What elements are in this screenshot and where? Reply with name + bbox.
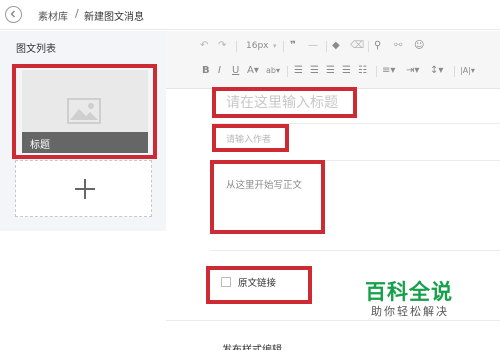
line-height-icon[interactable]: ↕▾ [430,64,443,78]
redo-icon[interactable]: ↷ [218,39,226,53]
eraser-icon[interactable]: ⌫ [350,39,364,53]
back-button[interactable] [5,6,22,23]
undo-icon[interactable]: ↶ [200,39,208,53]
style-editor-label: 发布样式编辑 [222,341,282,350]
italic-icon[interactable]: I [218,64,221,78]
breadcrumb-parent-link[interactable]: 素材库 [38,8,68,23]
toolbar-divider [326,41,327,52]
list-icon[interactable]: ☷ [358,64,367,78]
toolbar-divider [368,41,369,52]
font-color-icon[interactable]: A▾ [247,64,259,78]
align-left-icon[interactable]: ☰ [294,64,303,78]
watermark-slogan: 助你轻松解决 [371,305,449,318]
underline-icon[interactable]: U [232,64,239,78]
letter-spacing-icon[interactable]: |A|▾ [460,64,475,78]
indent-icon[interactable]: ⇥▾ [406,64,419,78]
add-article-button[interactable] [15,160,152,217]
body-divider [210,250,500,251]
toolbar-divider [376,66,377,77]
plus-icon-stroke [84,179,86,199]
editor-toolbar: ↶ ↷ 16px ▾ ❞ — ◆ ⌫ ⚲ ⚯ ☺ B I U A▾ ab▾ ☰ … [166,31,500,89]
toolbar-divider [454,66,455,77]
toolbar-row-2: B I U A▾ ab▾ ☰ ☰ ☰ ☰ ☷ ≡▾ ⇥▾ ↕▾ |A|▾ [166,64,500,84]
breadcrumb-separator: / [75,7,79,20]
horizontal-rule-icon[interactable]: — [308,39,318,53]
toolbar-divider [236,41,237,52]
quote-icon[interactable]: ❞ [290,39,296,53]
toolbar-divider [283,41,284,52]
align-center-icon[interactable]: ☰ [310,64,319,78]
chevron-down-icon: ▾ [273,42,277,50]
bold-icon[interactable]: B [202,64,210,78]
highlight-box-original-link [206,266,312,304]
highlight-box-title [212,87,357,118]
tag-icon[interactable]: ◆ [332,39,340,53]
background-color-icon[interactable]: ab▾ [266,64,280,78]
left-panel-footer [0,231,166,350]
highlight-box-author [212,124,289,152]
watermark-logo-text: 百科全说 [365,280,453,304]
emoji-icon[interactable]: ☺ [414,39,424,53]
link-icon[interactable]: ⚲ [374,39,381,53]
toolbar-divider [287,66,288,77]
unlink-icon[interactable]: ⚯ [394,39,402,53]
page: 素材库 / 新建图文消息 图文列表 标题 ↶ ↷ 16px ▾ ❞ — ◆ ⌫ … [0,0,500,350]
highlight-box-article-card [12,64,157,159]
ordered-list-icon[interactable]: ≡▾ [382,64,395,78]
justify-icon[interactable]: ☰ [342,64,351,78]
chevron-left-icon [10,10,16,18]
highlight-box-body [210,160,325,234]
align-right-icon[interactable]: ☰ [326,64,335,78]
breadcrumb-current: 新建图文消息 [84,12,144,23]
breadcrumb: 素材库 / 新建图文消息 [0,0,500,30]
article-list-title: 图文列表 [16,44,56,55]
toolbar-row-1: ↶ ↷ 16px ▾ ❞ — ◆ ⌫ ⚲ ⚯ ☺ [166,39,500,59]
font-size-select[interactable]: 16px [246,39,269,53]
